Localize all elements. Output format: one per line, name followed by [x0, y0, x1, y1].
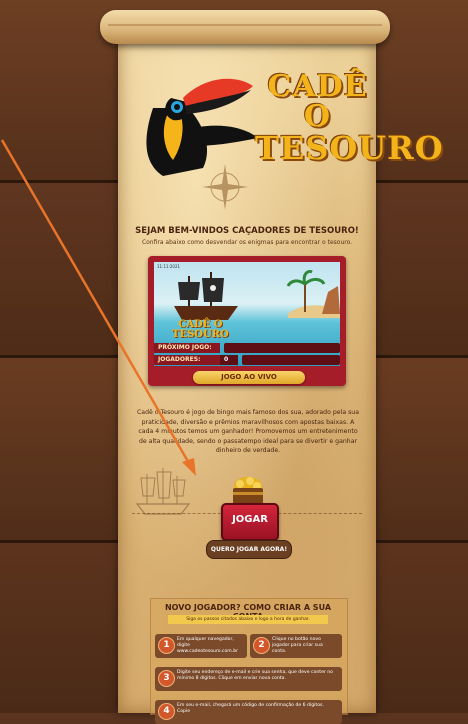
next-game-label: PRÓXIMO JOGO: [154, 343, 220, 353]
step-number: 3 [158, 670, 175, 687]
welcome-subtitle: Confira abaixo como desvendar os enigmas… [141, 239, 353, 246]
next-game-value [224, 343, 340, 353]
players-count: 0 [220, 355, 238, 365]
step-text: Em seu e-mail, chegará um código de conf… [177, 703, 324, 714]
game-time: 11:11:2021 [157, 264, 181, 269]
pirate-ship-icon [174, 272, 238, 320]
signup-step: 2 Clique no botão novo jogador para cria… [250, 634, 342, 658]
step-text: Em qualquer navegador, digite www.cadeot… [177, 637, 238, 654]
players-bar [242, 355, 340, 365]
scroll-roll [100, 10, 390, 44]
step-number: 1 [158, 637, 175, 654]
step-text: Digite seu endereço de e-mail e crie sua… [177, 670, 333, 681]
players-label: JOGADORES: [154, 355, 220, 365]
brand-title-line2: TESOURO [255, 129, 444, 167]
brand-logo-title: CADÊ O TESOURO [255, 69, 444, 167]
next-game-row: PRÓXIMO JOGO: [154, 343, 340, 353]
galleon-icon [135, 468, 191, 515]
compass-rose-icon [202, 164, 248, 210]
mini-logo-line2: TESOURO [172, 329, 229, 340]
step-text: Clique no botão novo jogador para criar … [272, 637, 323, 654]
signup-subtitle: Siga os passos citados abaixo e logo a h… [168, 615, 328, 624]
signup-step: 4 Em seu e-mail, chegará um código de co… [155, 700, 342, 724]
play-now-button[interactable]: QUERO JOGAR AGORA! [206, 540, 292, 559]
live-game-button[interactable]: JOGO AO VIVO [193, 371, 305, 384]
signup-step: 1 Em qualquer navegador, digite www.cade… [155, 634, 247, 658]
players-row: JOGADORES: 0 [154, 355, 340, 365]
mini-brand-logo: CADÊ O TESOURO [172, 320, 229, 340]
game-description: Cadê o Tesouro é jogo de bingo mais famo… [136, 409, 360, 454]
treasure-chest-icon [233, 477, 263, 504]
signup-step: 3 Digite seu endereço de e-mail e crie s… [155, 667, 342, 691]
step-number: 2 [253, 637, 270, 654]
step-number: 4 [158, 703, 175, 720]
island-icon [286, 270, 340, 318]
welcome-heading: SEJAM BEM-VINDOS CAÇADORES DE TESOURO! [135, 226, 359, 236]
play-sign-button[interactable]: JOGAR [221, 503, 279, 541]
brand-title-line1: CADÊ O [267, 69, 368, 134]
